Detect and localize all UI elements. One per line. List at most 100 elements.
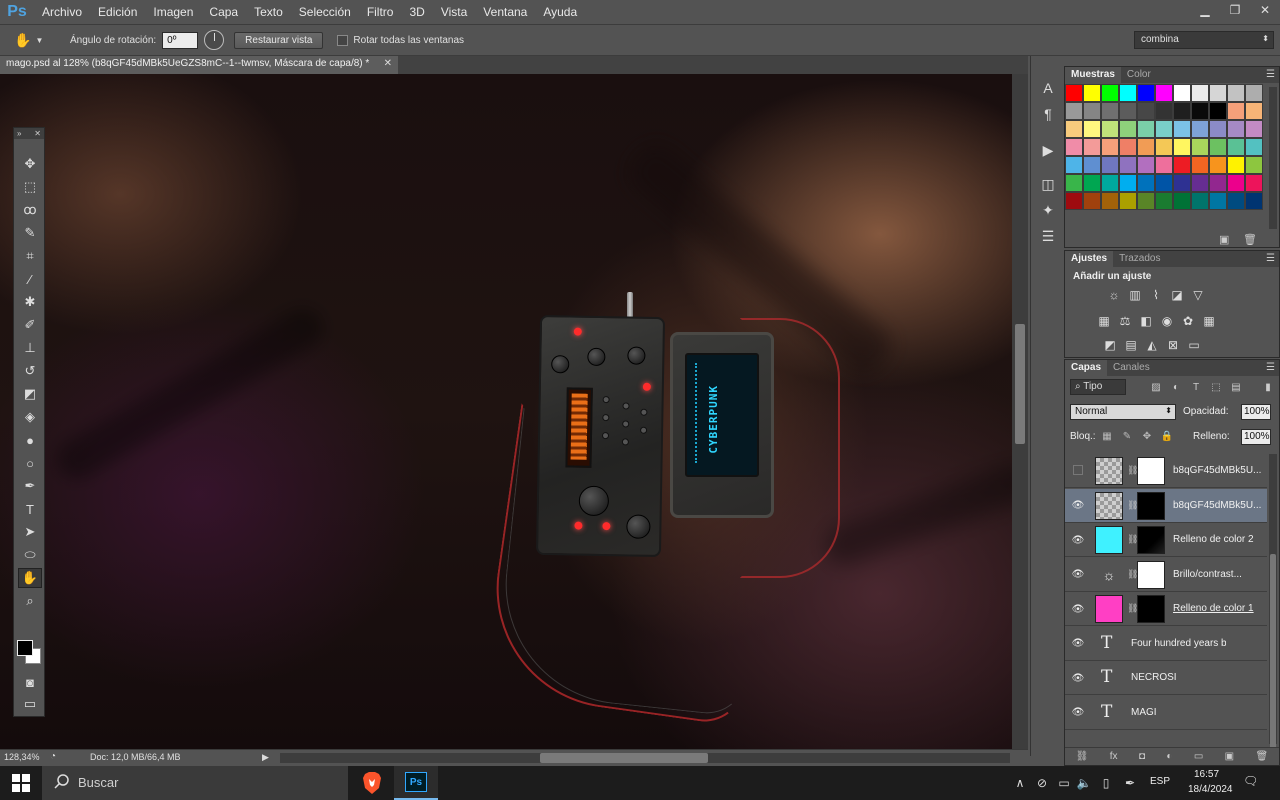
healing-brush-tool-icon[interactable]: ✱ [18, 292, 42, 312]
color-swatch[interactable] [1245, 138, 1263, 156]
link-icon[interactable]: ⛓ [1127, 534, 1138, 546]
color-swatch[interactable] [1173, 84, 1191, 102]
history-brush-tool-icon[interactable]: ↺ [18, 361, 42, 381]
layer-row[interactable]: 👁 ☼ ⛓ Brillo/contrast... [1065, 557, 1267, 592]
layer-filter-select[interactable]: ⌕ Tipo [1070, 379, 1126, 395]
color-swatch[interactable] [1245, 102, 1263, 120]
tab-capas[interactable]: Capas [1065, 360, 1108, 376]
filter-toggle-icon[interactable]: ▮ [1261, 380, 1275, 394]
brush-tool-icon[interactable]: ✐ [18, 315, 42, 335]
color-swatch[interactable] [1119, 174, 1137, 192]
color-swatch[interactable] [1119, 102, 1137, 120]
color-swatch[interactable] [1137, 102, 1155, 120]
color-swatch[interactable] [1137, 120, 1155, 138]
brightness-contrast-icon[interactable]: ☼ [1105, 287, 1123, 303]
color-swatch[interactable] [1101, 84, 1119, 102]
lock-position-icon[interactable]: ✥ [1141, 430, 1153, 442]
color-swatch[interactable] [1083, 138, 1101, 156]
trash-icon[interactable]: 🗑 [1256, 751, 1269, 762]
layer-thumbnail[interactable] [1095, 595, 1123, 623]
color-swatch[interactable] [1101, 156, 1119, 174]
lock-transparent-icon[interactable]: ▦ [1101, 430, 1113, 442]
taskbar-search[interactable]: Buscar [42, 766, 348, 800]
color-swatch[interactable] [1065, 102, 1083, 120]
link-icon[interactable]: ⛓ [1127, 603, 1138, 615]
chevron-up-icon[interactable]: ∧ [1012, 775, 1028, 791]
visibility-toggle[interactable] [1073, 465, 1083, 475]
color-swatch[interactable] [1119, 84, 1137, 102]
filter-adjustment-icon[interactable]: ◐ [1169, 380, 1183, 394]
color-swatch[interactable] [1191, 84, 1209, 102]
close-icon[interactable]: ✕ [1250, 0, 1280, 20]
new-group-icon[interactable]: ▭ [1194, 751, 1203, 762]
restore-icon[interactable]: ❐ [1220, 0, 1250, 20]
channel-mixer-icon[interactable]: ✿ [1179, 313, 1197, 329]
language-indicator[interactable]: ESP [1150, 776, 1170, 787]
color-swatch[interactable] [1137, 138, 1155, 156]
zoom-tool-icon[interactable]: ⌕ [18, 591, 42, 611]
angle-dial[interactable] [204, 30, 225, 50]
zoom-level[interactable]: 128,34% [4, 752, 40, 762]
brave-app[interactable] [350, 766, 394, 800]
filter-smart-object-icon[interactable]: ▤ [1229, 380, 1243, 394]
color-swatch[interactable] [1155, 120, 1173, 138]
color-swatch[interactable] [1191, 102, 1209, 120]
menu-imagen[interactable]: Imagen [145, 0, 201, 24]
photo-filter-icon[interactable]: ◉ [1158, 313, 1176, 329]
quick-select-tool-icon[interactable]: ✎ [18, 223, 42, 243]
color-swatch[interactable] [1101, 138, 1119, 156]
tab-muestras[interactable]: Muestras [1065, 67, 1121, 83]
notification-icon[interactable]: 🗨 [1243, 774, 1261, 792]
color-swatch[interactable] [1173, 102, 1191, 120]
pen-icon[interactable]: ✒ [1122, 775, 1138, 791]
hand-rotate-tool-icon[interactable]: ✋ [18, 568, 42, 588]
new-layer-icon[interactable]: ▣ [1225, 751, 1234, 762]
canvas-vertical-scrollbar[interactable] [1012, 74, 1028, 749]
color-swatch[interactable] [1137, 84, 1155, 102]
menu-edicion[interactable]: Edición [90, 0, 145, 24]
color-swatch[interactable] [1227, 120, 1245, 138]
layer-style-icon[interactable]: fx [1110, 751, 1118, 762]
color-swatch[interactable] [1101, 102, 1119, 120]
link-icon[interactable]: ⛓ [1127, 569, 1138, 581]
curves-icon[interactable]: ⌇ [1147, 287, 1165, 303]
filter-pixel-icon[interactable]: ▨ [1149, 380, 1163, 394]
color-swatch[interactable] [1101, 120, 1119, 138]
hue-saturation-icon[interactable]: ▦ [1095, 313, 1113, 329]
windows-start-icon[interactable] [12, 774, 30, 792]
link-icon[interactable]: ⛓ [1127, 500, 1138, 512]
threshold-icon[interactable]: ◭ [1143, 337, 1161, 353]
color-swatch[interactable] [1227, 174, 1245, 192]
color-swatch[interactable] [1227, 192, 1245, 210]
link-layers-icon[interactable]: ⛓ [1076, 751, 1089, 762]
color-swatch[interactable] [1209, 138, 1227, 156]
color-swatch[interactable] [1245, 192, 1263, 210]
tab-trazados[interactable]: Trazados [1113, 251, 1166, 267]
new-swatch-icon[interactable]: ▣ [1219, 233, 1229, 246]
clock-time[interactable]: 16:57 [1194, 769, 1219, 780]
color-swatch[interactable] [1245, 174, 1263, 192]
lasso-tool-icon[interactable]: ꝏ [18, 200, 42, 220]
color-swatch[interactable] [1191, 174, 1209, 192]
crop-tool-icon[interactable]: ⌗ [18, 246, 42, 266]
menu-filtro[interactable]: Filtro [359, 0, 402, 24]
posterize-icon[interactable]: ▤ [1122, 337, 1140, 353]
tab-canales[interactable]: Canales [1107, 360, 1156, 376]
brightness-contrast-icon[interactable]: ☼ [1095, 561, 1123, 589]
blur-tool-icon[interactable]: ● [18, 430, 42, 450]
layers-scrollbar[interactable] [1269, 454, 1277, 754]
tools-panel-header[interactable]: » ✕ [14, 128, 44, 139]
color-swatch[interactable] [1137, 192, 1155, 210]
quick-mask-icon[interactable]: ◙ [18, 672, 42, 692]
lock-all-icon[interactable]: 🔒 [1161, 430, 1173, 442]
layer-thumbnail[interactable] [1095, 457, 1123, 485]
menu-capa[interactable]: Capa [201, 0, 246, 24]
color-swatch[interactable] [1083, 84, 1101, 102]
color-swatch[interactable] [1101, 192, 1119, 210]
color-swatch[interactable] [1065, 84, 1083, 102]
color-swatch[interactable] [1227, 84, 1245, 102]
collapse-icon[interactable]: » [17, 128, 21, 139]
color-swatch[interactable] [1083, 192, 1101, 210]
close-icon[interactable]: ✕ [384, 58, 392, 69]
color-swatch[interactable] [1227, 156, 1245, 174]
